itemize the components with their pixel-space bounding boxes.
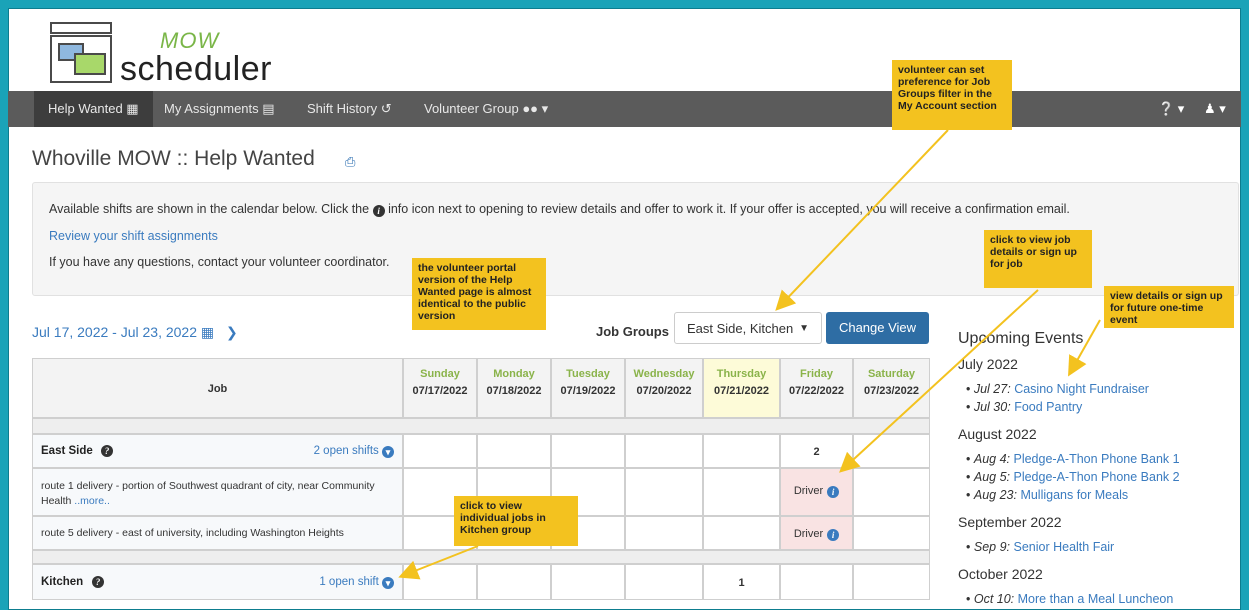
- arrow-to-kitchen-link: [398, 545, 479, 580]
- callout-events: view details or sign up for future one-t…: [1104, 286, 1234, 328]
- callout-job-groups: volunteer can set preference for Job Gro…: [892, 60, 1012, 130]
- callout-job-details: click to view job details or sign up for…: [984, 230, 1092, 288]
- callout-portal-version: the volunteer portal version of the Help…: [412, 258, 546, 330]
- arrow-to-friday-driver: [839, 289, 1039, 473]
- app-frame: MOW scheduler Help Wanted ▦ My Assignmen…: [8, 8, 1241, 610]
- arrow-to-events: [1068, 319, 1101, 377]
- callout-kitchen-group: click to view individual jobs in Kitchen…: [454, 496, 578, 546]
- annotation-arrows: [398, 129, 1101, 580]
- arrow-to-job-groups: [775, 129, 949, 311]
